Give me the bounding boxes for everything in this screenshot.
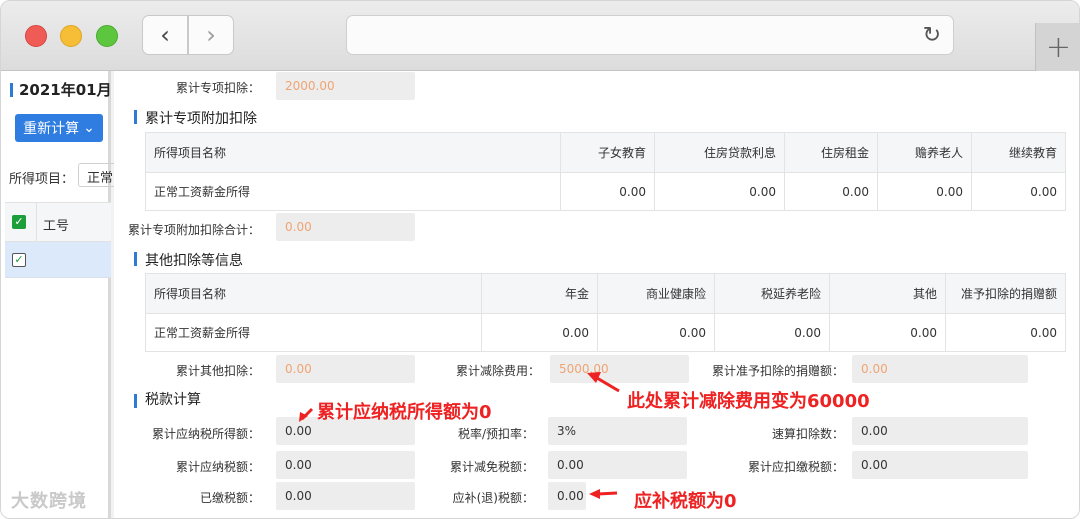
field-label: 累计准予扣除的捐赠额： xyxy=(711,364,844,378)
forward-button[interactable]: › xyxy=(188,15,234,55)
table-row: 正常工资薪金所得 0.00 0.00 0.00 0.00 0.00 xyxy=(145,313,1066,352)
select-all-checkbox[interactable]: ✓ xyxy=(12,215,26,229)
cumulative-withheld-tax-field: 0.00 xyxy=(852,451,1028,479)
back-button[interactable]: ‹ xyxy=(142,15,188,55)
table-cell: 0.00 xyxy=(714,313,830,352)
cumulative-special-deduction-field: 2000.00 xyxy=(276,72,415,100)
cumulative-donation-deduction-field: 0.00 xyxy=(852,355,1028,383)
tax-refund-field: 0.00 xyxy=(548,482,586,510)
column-header: 所得项目名称 xyxy=(145,132,561,173)
column-header: 子女教育 xyxy=(560,132,655,173)
column-header: 其他 xyxy=(829,273,946,314)
section-title: 累计专项附加扣除 xyxy=(145,111,257,127)
row-checkbox[interactable]: ✓ xyxy=(12,253,26,267)
field-label: 已缴税额： xyxy=(199,491,260,505)
employee-table-header: ✓ 工号 xyxy=(5,202,111,243)
table-row[interactable]: ✓ xyxy=(5,242,111,278)
minimize-window-button[interactable] xyxy=(60,25,82,47)
section-marker xyxy=(134,394,137,408)
period-title: 2021年01月 xyxy=(19,81,112,99)
table-row: 正常工资薪金所得 0.00 0.00 0.00 0.00 0.00 xyxy=(145,172,1066,211)
title-bar: ‹ › ↻ + xyxy=(1,1,1079,71)
special-deduction-total-field: 0.00 xyxy=(276,213,415,241)
recalculate-button[interactable]: 重新计算 ⌄ xyxy=(15,114,103,142)
field-label: 累计减免税额： xyxy=(449,460,534,474)
table-cell: 正常工资薪金所得 xyxy=(145,172,561,211)
chevron-left-icon: ‹ xyxy=(160,21,170,49)
close-window-button[interactable] xyxy=(25,25,47,47)
chevron-down-icon: ⌄ xyxy=(83,120,95,136)
column-header: 住房贷款利息 xyxy=(654,132,785,173)
table-cell: 0.00 xyxy=(654,172,785,211)
browser-window: ‹ › ↻ + 2021年01月 重新计算 ⌄ 所得项目： 正常 ✓ 工号 ✓ … xyxy=(0,0,1080,519)
cumulative-tax-payable-field: 0.00 xyxy=(276,451,415,479)
cumulative-expense-deduction-field: 5000.00 xyxy=(550,355,689,383)
column-divider xyxy=(36,203,37,243)
table-cell: 0.00 xyxy=(784,172,878,211)
reload-icon[interactable]: ↻ xyxy=(923,23,941,48)
section-marker xyxy=(10,83,13,97)
main-content: 累计专项扣除： 2000.00 累计专项附加扣除 所得项目名称 子女教育 住房贷… xyxy=(114,71,1079,518)
maximize-window-button[interactable] xyxy=(96,25,118,47)
address-bar[interactable]: ↻ xyxy=(346,15,954,55)
table-cell: 0.00 xyxy=(829,313,946,352)
special-deduction-table: 所得项目名称 子女教育 住房贷款利息 住房租金 赡养老人 继续教育 正常工资薪金… xyxy=(145,132,1066,211)
table-cell: 0.00 xyxy=(560,172,655,211)
section-title: 其他扣除等信息 xyxy=(145,253,243,269)
field-label: 累计应扣缴税额： xyxy=(747,460,844,474)
table-cell: 正常工资薪金所得 xyxy=(145,313,482,352)
field-label: 累计应纳税所得额： xyxy=(151,427,260,441)
table-cell: 0.00 xyxy=(945,313,1066,352)
chevron-right-icon: › xyxy=(206,21,216,49)
field-label: 速算扣除数： xyxy=(771,427,844,441)
income-item-label: 所得项目： xyxy=(9,172,75,187)
column-header: 准予扣除的捐赠额 xyxy=(945,273,1066,314)
section-marker xyxy=(134,252,137,266)
recalculate-label: 重新计算 xyxy=(23,121,80,137)
column-header: 税延养老险 xyxy=(714,273,830,314)
annotation-taxable-income: 累计应纳税所得额为0 xyxy=(317,402,492,423)
income-item-select[interactable]: 正常 xyxy=(78,163,118,187)
annotation-expense-deduction: 此处累计减除费用变为60000 xyxy=(627,391,870,412)
left-panel: 2021年01月 重新计算 ⌄ 所得项目： 正常 ✓ 工号 ✓ xyxy=(1,71,118,518)
quick-deduction-field: 0.00 xyxy=(852,417,1028,445)
cumulative-tax-relief-field: 0.00 xyxy=(548,451,687,479)
annotation-tax-due: 应补税额为0 xyxy=(634,491,737,512)
field-label: 累计应纳税额： xyxy=(175,460,260,474)
table-cell: 0.00 xyxy=(971,172,1066,211)
watermark-text: 大数跨境 xyxy=(11,491,87,512)
field-label: 税率/预扣率： xyxy=(457,427,534,441)
watermark-logo: 大数跨境 xyxy=(11,487,87,513)
section-marker xyxy=(134,110,137,124)
new-tab-button[interactable]: + xyxy=(1035,23,1079,71)
field-label: 应补(退)税额： xyxy=(452,491,534,505)
cumulative-other-deduction-field: 0.00 xyxy=(276,355,415,383)
field-label: 累计减除费用： xyxy=(455,364,540,378)
employee-id-header: 工号 xyxy=(43,219,70,234)
field-label: 累计其他扣除： xyxy=(175,364,260,378)
table-cell: 0.00 xyxy=(481,313,598,352)
table-cell: 0.00 xyxy=(877,172,972,211)
other-deduction-table: 所得项目名称 年金 商业健康险 税延养老险 其他 准予扣除的捐赠额 正常工资薪金… xyxy=(145,273,1066,352)
table-cell: 0.00 xyxy=(597,313,715,352)
column-header: 商业健康险 xyxy=(597,273,715,314)
tax-paid-field: 0.00 xyxy=(276,482,415,510)
field-label: 累计专项扣除： xyxy=(175,81,260,95)
column-header: 年金 xyxy=(481,273,598,314)
section-title: 税款计算 xyxy=(145,392,201,408)
plus-icon: + xyxy=(1045,29,1072,65)
field-label: 累计专项附加扣除合计： xyxy=(127,223,260,237)
column-header: 赡养老人 xyxy=(877,132,972,173)
column-header: 住房租金 xyxy=(784,132,878,173)
tax-rate-field: 3% xyxy=(548,417,687,445)
column-header: 所得项目名称 xyxy=(145,273,482,314)
column-header: 继续教育 xyxy=(971,132,1066,173)
